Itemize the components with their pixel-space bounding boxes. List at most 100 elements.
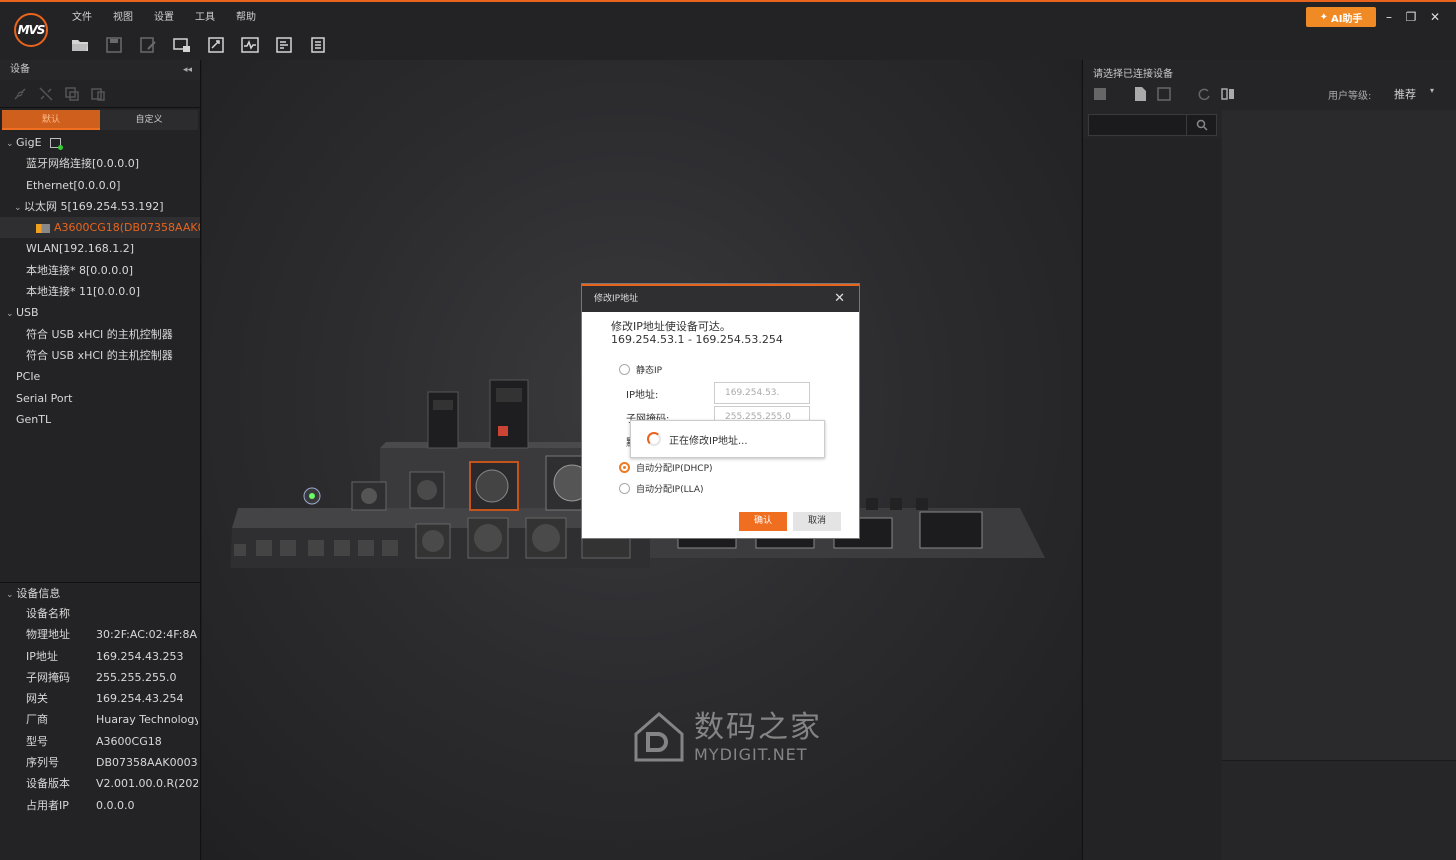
chevron-down-icon[interactable]: ⌄ [6,304,16,323]
info-value: 169.254.43.253 [96,649,184,663]
info-key: 厂商 [26,713,48,727]
disconnect-icon[interactable] [38,86,54,102]
tree-item[interactable]: ⌄ USB [0,302,200,323]
device-list-icon[interactable] [172,36,192,54]
device-info-panel: ⌄ 设备信息 设备名称物理地址 30:2F:AC:02:4F:8A IP地址 169.… [0,582,200,816]
chevron-down-icon: ▾ [1430,86,1435,95]
compare-icon[interactable] [1221,86,1235,102]
waveform-icon[interactable] [240,36,260,54]
open-folder-icon[interactable] [70,36,90,54]
info-key: 网关 [26,692,48,706]
refresh-icon[interactable] [1197,86,1211,102]
device-info-row: 厂商 Huaray Technology [0,709,200,730]
collapse-panel-icon[interactable]: ◂◂ [183,60,192,80]
device-info-row: 设备版本 V2.001.00.0.R(2023... [0,773,200,794]
modify-ip-dialog: 修改IP地址 ✕ 修改IP地址使设备可达。 169.254.53.1 - 169… [582,284,859,538]
progress-text: 正在修改IP地址... [669,435,748,447]
main-toolbar [70,36,328,54]
info-key: 占用者IP [26,798,69,812]
close-button[interactable]: ✕ [1426,8,1444,26]
tab-custom[interactable]: 自定义 [100,110,198,130]
connect-icon[interactable] [12,86,28,102]
clipboard-icon[interactable] [308,36,328,54]
device-info-row: IP地址 169.254.43.253 [0,646,200,667]
tab-default[interactable]: 默认 [2,110,100,130]
fit-window-icon[interactable] [206,36,226,54]
network-status-icon [49,138,63,150]
dialog-title-bar: 修改IP地址 ✕ [582,284,859,312]
app-window: MVS 文件 视图 设置 工具 帮助 ✦ AI助手 – ❐ ✕ 设备 ◂◂ 默认… [0,0,1456,860]
save-params-icon[interactable] [1157,86,1171,102]
info-value: 30:2F:AC:02:4F:8A [96,628,198,642]
chevron-down-icon[interactable]: ⌄ [6,134,16,153]
radio-dot[interactable] [619,483,630,494]
radio-dot[interactable] [619,364,630,375]
tree-item[interactable]: 本地连接* 11[0.0.0.0] [0,281,200,302]
tree-item[interactable]: 符合 USB xHCI 的主机控制器 [0,345,200,366]
tree-item-label: 本地连接* 8[0.0.0.0] [26,263,134,277]
user-level-select[interactable]: 推荐 ▾ [1394,86,1444,102]
device-info-row: 设备名称 [0,603,200,624]
minimize-button[interactable]: – [1380,8,1398,26]
device-info-row: 物理地址 30:2F:AC:02:4F:8A [0,624,200,645]
info-key: 物理地址 [26,628,70,642]
tree-item[interactable]: PCIe [0,366,200,387]
device-tree: ⌄ GigE 蓝牙网络连接[0.0.0.0] Ethernet[0.0.0.0] ⌄ 以太… [0,130,200,430]
confirm-button[interactable]: 确认 [739,512,787,531]
menu-help[interactable]: 帮助 [236,10,256,26]
device-info-row: 型号 A3600CG18 [0,731,200,752]
tree-item[interactable]: ⌄ GigE [0,132,200,153]
menu-view[interactable]: 视图 [113,10,133,26]
dialog-title: 修改IP地址 [594,294,639,304]
message-line-1: 修改IP地址使设备可达。 [611,320,731,333]
ai-assistant-button[interactable]: ✦ AI助手 [1306,7,1376,27]
radio-static-ip[interactable]: 静态IP [619,363,662,376]
tree-item[interactable]: ⌄ 以太网 5[169.254.53.192] [0,196,200,217]
ip-address-label: IP地址: [626,390,659,401]
device-info-header[interactable]: ⌄ 设备信息 [0,582,200,603]
save-as-icon[interactable] [138,36,158,54]
subnet-mask-input[interactable]: 255.255.255.0 [714,406,810,420]
save-icon[interactable] [104,36,124,54]
tree-item-label: 以太网 5[169.254.53.192] [24,199,164,213]
tree-item-selected-camera[interactable]: A3600CG18(DB07358AAK00... [0,217,200,239]
radio-lla[interactable]: 自动分配IP(LLA) [619,482,704,495]
tree-item[interactable]: Ethernet[0.0.0.0] [0,175,200,196]
multi-device-icon[interactable] [90,86,106,102]
tree-item[interactable]: Serial Port [0,388,200,409]
device-panel-title: 设备 [10,64,30,75]
tree-item[interactable]: 蓝牙网络连接[0.0.0.0] [0,153,200,174]
file-icon[interactable] [1133,86,1147,102]
properties-toolbar [1093,86,1235,102]
device-panel: 设备 ◂◂ 默认 自定义 ⌄ GigE 蓝牙网络连接[0.0.0.0] Etherne… [0,60,201,860]
menu-tools[interactable]: 工具 [195,10,215,26]
import-icon[interactable] [1093,86,1107,102]
tree-item-label: 符合 USB xHCI 的主机控制器 [26,348,173,362]
feature-properties [1222,110,1456,760]
camera-warning-icon [36,223,50,233]
tree-item[interactable]: GenTL [0,409,200,430]
menu-file[interactable]: 文件 [72,10,92,26]
device-info-row: 网关 169.254.43.254 [0,688,200,709]
close-icon[interactable]: ✕ [834,286,845,312]
copy-device-icon[interactable] [64,86,80,102]
chevron-down-icon[interactable]: ⌄ [14,198,24,217]
radio-dhcp[interactable]: 自动分配IP(DHCP) [619,461,713,474]
report-icon[interactable] [274,36,294,54]
menu-settings[interactable]: 设置 [154,10,174,26]
tree-item[interactable]: 符合 USB xHCI 的主机控制器 [0,324,200,345]
info-key: 设备名称 [26,607,70,620]
mvs-logo: MVS [14,13,48,47]
feature-description [1222,760,1456,860]
tree-item[interactable]: WLAN[192.168.1.2] [0,238,200,259]
tree-item[interactable]: 本地连接* 8[0.0.0.0] [0,260,200,281]
feature-search-input[interactable] [1088,114,1217,136]
watermark: 数码之家 MYDIGIT.NET [632,710,822,764]
radio-dot[interactable] [619,462,630,473]
search-icon[interactable] [1186,115,1216,135]
tree-item-label: WLAN[192.168.1.2] [26,242,135,256]
tree-item-label: PCIe [16,370,41,384]
ip-address-input[interactable]: 169.254.53. [714,382,810,404]
cancel-button[interactable]: 取消 [793,512,841,531]
restore-button[interactable]: ❐ [1402,8,1420,26]
